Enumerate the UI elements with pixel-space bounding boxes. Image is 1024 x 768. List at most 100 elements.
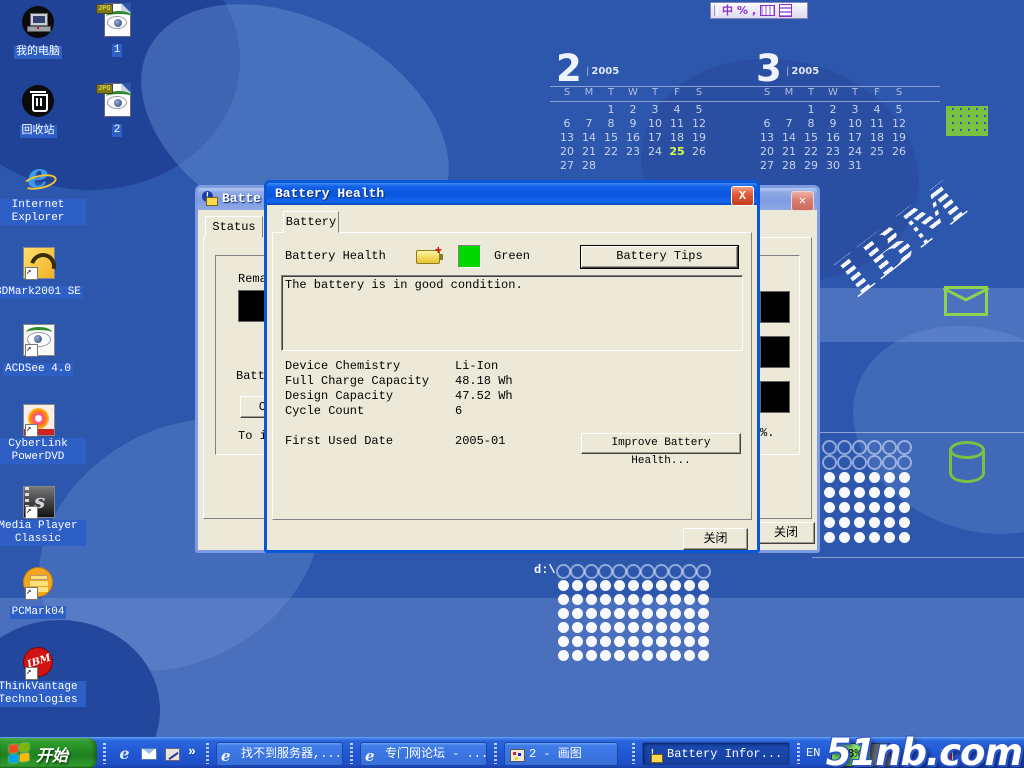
dot xyxy=(572,580,583,591)
taskbar-button-paint[interactable]: 2 - 画图 xyxy=(504,742,618,766)
toolbar-grip[interactable] xyxy=(632,743,635,764)
recycle-bin-icon xyxy=(21,84,55,118)
icon-label: 我的电脑 xyxy=(14,46,62,59)
dot xyxy=(614,636,625,647)
percent-text: %. xyxy=(760,426,774,440)
calendar-day: 2 xyxy=(622,103,644,117)
taskbar-button-battery-information[interactable]: ! Battery Infor... xyxy=(642,742,790,766)
calendar-year: |2005 xyxy=(786,66,819,77)
desktop-icon-pcmark04[interactable]: PCMark04 xyxy=(0,565,86,619)
calendar-day: 10 xyxy=(644,117,666,131)
ime-keyboard-icon[interactable] xyxy=(760,5,775,16)
dot xyxy=(586,650,597,661)
calendar-day-header: S xyxy=(556,86,578,100)
calendar-day: 13 xyxy=(556,131,578,145)
dot xyxy=(698,622,709,633)
dot xyxy=(586,580,597,591)
toolbar-grip[interactable] xyxy=(494,743,497,764)
calendar-day: 5 xyxy=(888,103,910,117)
ime-menu-icon[interactable] xyxy=(779,4,792,17)
calendar-day: 3 xyxy=(644,103,666,117)
info-value: 47.52 Wh xyxy=(455,389,513,403)
dot xyxy=(612,564,627,579)
tab-battery[interactable]: Battery xyxy=(283,211,339,233)
dot xyxy=(572,622,583,633)
dot xyxy=(899,472,910,483)
dot xyxy=(698,594,709,605)
close-dialog-button[interactable]: X xyxy=(731,186,754,206)
calendar-day: 27 xyxy=(556,159,578,173)
ime-language-bar[interactable]: 中 % , xyxy=(710,2,808,19)
desktop-icon-3dmark2001[interactable]: 3DMark2001 SE xyxy=(0,245,86,299)
desktop-icon-jpg-1[interactable]: JPG 1 xyxy=(69,3,165,57)
desktop-icon-internet-explorer[interactable]: e Internet Explorer xyxy=(0,163,86,225)
calendar-day-header: T xyxy=(644,86,666,100)
desktop-icon-powerdvd[interactable]: CyberLink PowerDVD xyxy=(0,402,86,464)
quicklaunch-show-desktop-icon[interactable] xyxy=(164,745,181,762)
quicklaunch-chevron-icon[interactable]: » xyxy=(188,744,196,759)
improve-battery-health-button[interactable]: Improve Battery Health... xyxy=(581,433,741,454)
calendar-day: 2 xyxy=(822,103,844,117)
language-indicator[interactable]: EN xyxy=(806,746,820,760)
dot xyxy=(684,580,695,591)
icon-label: Media Player Classic xyxy=(0,520,86,546)
calendar-day: 30 xyxy=(822,159,844,173)
calendar-days: 1234567891011121314151617181920212223242… xyxy=(556,103,710,173)
taskbar-button-server-not-found[interactable]: e 找不到服务器,... xyxy=(216,742,343,766)
dialog-titlebar[interactable]: Battery Health X xyxy=(267,183,757,205)
pcmark-icon xyxy=(21,565,55,599)
pixel-grid-icon xyxy=(946,106,988,136)
quicklaunch-internet-explorer-icon[interactable]: e xyxy=(116,745,133,762)
dot xyxy=(869,472,880,483)
desktop-icon-jpg-2[interactable]: JPG 2 xyxy=(69,83,165,137)
desktop-icon-media-player-classic[interactable]: Media Player Classic xyxy=(0,484,86,546)
toolbar-grip[interactable] xyxy=(206,743,209,764)
toolbar-grip[interactable] xyxy=(103,743,106,764)
calendar-day-headers: SMTWTFS xyxy=(756,86,910,100)
calendar-day: 17 xyxy=(844,131,866,145)
calendar-day: 7 xyxy=(778,117,800,131)
calendar-day: 20 xyxy=(756,145,778,159)
toolbar-grip[interactable] xyxy=(350,743,353,764)
dot xyxy=(670,622,681,633)
dot xyxy=(867,455,882,470)
dot xyxy=(600,594,611,605)
battery-app-icon: ! xyxy=(202,191,218,207)
dot xyxy=(824,532,835,543)
calendar-day: 26 xyxy=(688,145,710,159)
dot xyxy=(600,580,611,591)
dot xyxy=(614,622,625,633)
thinkvantage-icon xyxy=(21,645,55,679)
calendar-day: 11 xyxy=(866,117,888,131)
dot xyxy=(824,487,835,498)
ime-chinese-mode-icon[interactable]: 中 xyxy=(722,3,733,18)
taskbar-button-forum[interactable]: e 专门网论坛 - ... xyxy=(360,742,487,766)
dot xyxy=(884,472,895,483)
desktop-icon-acdsee[interactable]: ACDSee 4.0 xyxy=(0,322,86,376)
dot xyxy=(670,608,681,619)
dot xyxy=(839,502,850,513)
health-status-swatch xyxy=(458,245,481,268)
close-button[interactable]: 关闭 xyxy=(757,522,815,544)
calendar-days: 1234567891011121314151617181920212223242… xyxy=(756,103,910,173)
dot xyxy=(626,564,641,579)
tray-grip[interactable] xyxy=(797,743,800,764)
dot xyxy=(698,580,709,591)
start-button[interactable]: 开始 xyxy=(0,738,97,768)
close-window-button[interactable]: ✕ xyxy=(791,191,814,211)
battery-health-dialog: Battery Health X Battery Battery Health … xyxy=(264,180,760,553)
ime-punctuation-icon[interactable]: , xyxy=(752,3,756,18)
dot xyxy=(558,622,569,633)
dot xyxy=(897,440,912,455)
ime-width-mode-icon[interactable]: % xyxy=(737,3,748,18)
dot xyxy=(884,532,895,543)
calendar-day: 19 xyxy=(888,131,910,145)
tab-status[interactable]: Status xyxy=(205,216,263,238)
calendar-day: 26 xyxy=(888,145,910,159)
close-button[interactable]: 关闭 xyxy=(683,528,748,550)
drag-grip-icon[interactable] xyxy=(714,5,718,16)
battery-tips-button[interactable]: Battery Tips xyxy=(581,246,738,268)
calendar-day: 24 xyxy=(844,145,866,159)
quicklaunch-outlook-express-icon[interactable] xyxy=(140,745,157,762)
desktop-icon-thinkvantage[interactable]: ThinkVantage Technologies xyxy=(0,645,86,707)
